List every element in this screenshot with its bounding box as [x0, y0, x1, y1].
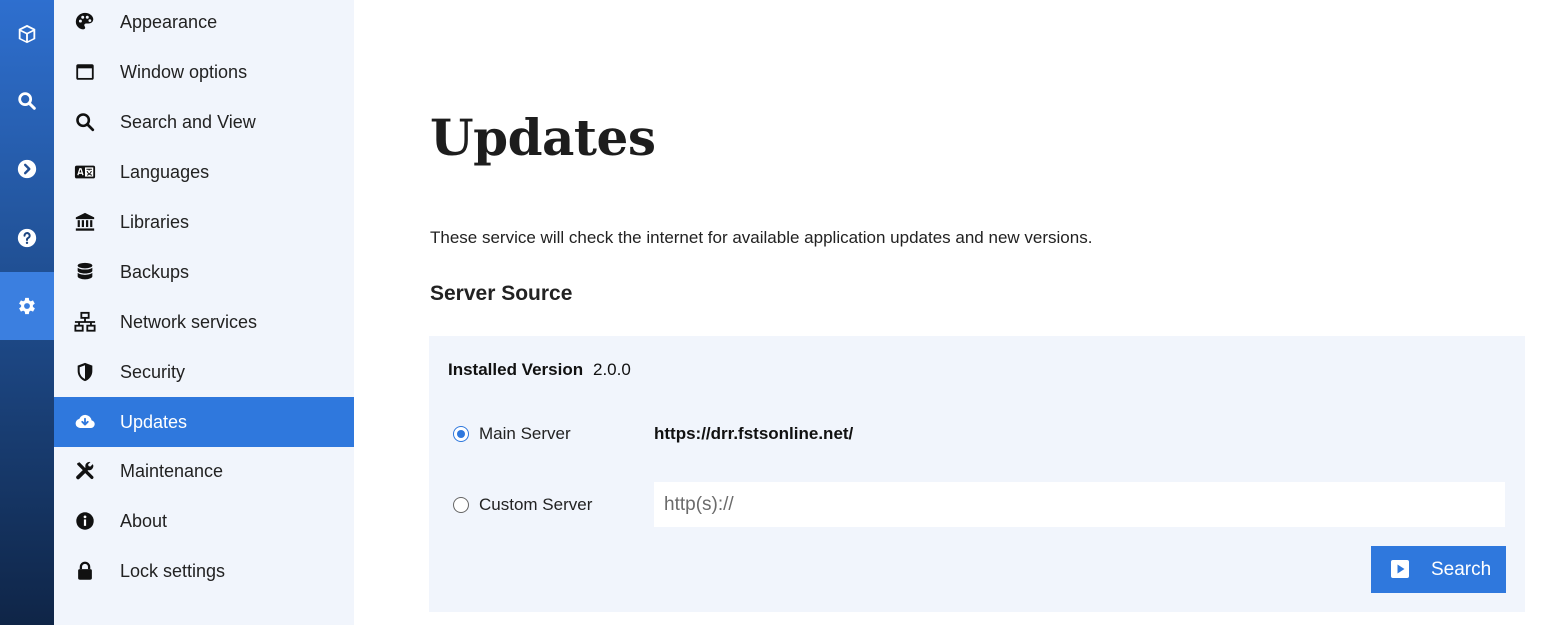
- rail-next-button[interactable]: [0, 135, 54, 203]
- custom-server-option[interactable]: Custom Server: [453, 493, 592, 517]
- nav-item-lock-settings[interactable]: Lock settings: [54, 546, 354, 596]
- nav-item-label: Updates: [120, 412, 188, 432]
- nav-item-languages[interactable]: Languages: [54, 147, 354, 197]
- nav-item-label: Network services: [120, 312, 258, 332]
- library-icon: [73, 210, 97, 234]
- network-icon: [73, 310, 97, 334]
- database-icon: [73, 260, 97, 284]
- lock-icon: [73, 559, 97, 583]
- window-icon: [73, 60, 97, 84]
- page-description: These service will check the internet fo…: [430, 228, 1093, 247]
- help-circle-icon: [17, 228, 37, 248]
- nav-item-search-and-view[interactable]: Search and View: [54, 97, 354, 147]
- cube-icon: [18, 24, 36, 44]
- section-title: Server Source: [430, 282, 573, 305]
- custom-server-label: Custom Server: [479, 495, 593, 514]
- main-server-option[interactable]: Main Server: [453, 422, 571, 446]
- play-square-icon: [1391, 560, 1409, 578]
- nav-item-label: Lock settings: [120, 561, 226, 581]
- nav-item-label: Libraries: [120, 212, 190, 232]
- settings-nav: Appearance Window options Search and Vie…: [54, 0, 354, 625]
- chevron-right-circle-icon: [17, 159, 37, 179]
- nav-item-appearance[interactable]: Appearance: [54, 0, 354, 47]
- rail-search-button[interactable]: [0, 67, 54, 135]
- installed-version-value: 2.0.0: [593, 360, 631, 379]
- nav-item-maintenance[interactable]: Maintenance: [54, 446, 354, 496]
- language-icon: [73, 160, 97, 184]
- nav-item-label: Appearance: [120, 12, 218, 32]
- nav-item-label: Security: [120, 362, 186, 382]
- nav-item-network-services[interactable]: Network services: [54, 297, 354, 347]
- nav-item-backups[interactable]: Backups: [54, 247, 354, 297]
- nav-item-window-options[interactable]: Window options: [54, 47, 354, 97]
- page-title: Updates: [430, 108, 656, 167]
- nav-item-updates[interactable]: Updates: [54, 397, 354, 447]
- nav-item-label: Backups: [120, 262, 190, 282]
- gear-icon: [19, 297, 35, 315]
- rail-help-button[interactable]: [0, 204, 54, 272]
- search-button[interactable]: Search: [1371, 546, 1506, 593]
- custom-server-radio[interactable]: [453, 497, 469, 513]
- nav-item-security[interactable]: Security: [54, 347, 354, 397]
- nav-item-label: Maintenance: [120, 461, 224, 481]
- search-button-label: Search: [1431, 559, 1492, 580]
- main-server-url: https://drr.fstsonline.net/: [654, 424, 854, 443]
- main-server-label: Main Server: [479, 424, 571, 443]
- nav-item-label: Languages: [120, 162, 210, 182]
- rail-settings-button[interactable]: [0, 272, 54, 340]
- info-icon: [73, 509, 97, 533]
- updates-page: Updates These service will check the int…: [354, 0, 1543, 625]
- shield-icon: [73, 360, 97, 384]
- cloud-download-icon: [73, 410, 97, 434]
- custom-server-input[interactable]: [654, 482, 1505, 527]
- installed-version-label: Installed Version: [448, 360, 584, 379]
- nav-item-label: About: [120, 511, 168, 531]
- palette-icon: [73, 10, 97, 34]
- nav-item-label: Search and View: [120, 112, 256, 132]
- tools-icon: [73, 459, 97, 483]
- app-icon-rail: [0, 0, 54, 625]
- search-icon: [73, 110, 97, 134]
- main-server-radio[interactable]: [453, 426, 469, 442]
- search-icon: [18, 92, 36, 110]
- server-source-panel: Installed Version 2.0.0 Main Server http…: [429, 336, 1525, 612]
- rail-home-button[interactable]: [0, 0, 54, 68]
- nav-item-libraries[interactable]: Libraries: [54, 197, 354, 247]
- nav-item-label: Window options: [120, 62, 248, 82]
- nav-item-about[interactable]: About: [54, 496, 354, 546]
